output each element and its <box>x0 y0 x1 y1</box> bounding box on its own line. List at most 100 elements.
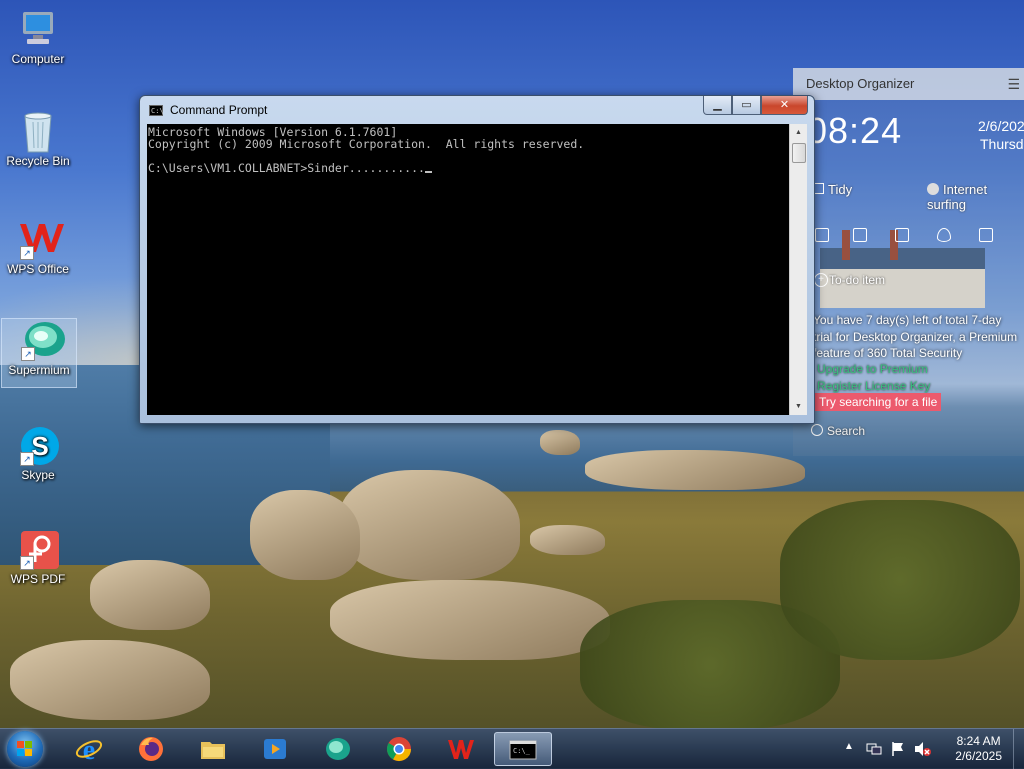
search-label: Search <box>827 424 866 438</box>
console-prompt-line: C:\Users\VM1.COLLABNET>Sinder........... <box>148 162 791 174</box>
upgrade-premium-link[interactable]: Upgrade to Premium <box>817 362 928 376</box>
desktop-organizer: Desktop Organizer ☰ 08:24 2/6/2025 Thurs… <box>793 68 1024 456</box>
folder-icon <box>201 742 225 759</box>
taskbar-media-player[interactable] <box>248 732 302 766</box>
scroll-down-arrow-icon[interactable]: ▼ <box>790 398 807 415</box>
console-line: C:\Users\VM1.COLLABNET>Sinder........... <box>148 161 425 175</box>
document-icon[interactable] <box>815 228 829 242</box>
media-player-icon <box>264 739 286 759</box>
command-prompt-icon: C:\_ <box>509 740 537 760</box>
wallpaper-rock <box>10 640 210 720</box>
calculator-icon[interactable] <box>979 228 993 242</box>
console-output[interactable]: Microsoft Windows [Version 6.1.7601] Copy… <box>147 124 791 415</box>
wps-pdf-icon: ↗ <box>18 528 59 570</box>
computer-icon <box>18 8 58 48</box>
taskbar-clock[interactable]: 8:24 AM 2/6/2025 <box>955 734 1002 764</box>
network-icon <box>866 743 882 755</box>
volume-muted-icon <box>915 742 931 756</box>
supermium-icon: ↗ <box>19 319 65 361</box>
organizer-title: Desktop Organizer <box>806 76 915 91</box>
minimize-button[interactable]: ▁ <box>703 96 732 115</box>
desktop-icon-recycle-bin[interactable]: Recycle Bin <box>1 110 75 178</box>
trial-line: feature of 360 Total Security <box>813 346 963 360</box>
desktop-icon-label: Skype <box>21 468 55 482</box>
desktop-icon-wps-office[interactable]: ↗ WPS Office <box>1 218 75 286</box>
wps-office-icon: ↗ <box>18 218 64 260</box>
shortcut-arrow-icon: ↗ <box>20 452 34 466</box>
wallpaper-rock <box>540 430 580 455</box>
hide-icon[interactable] <box>937 228 951 242</box>
desktop-icon-label: Supermium <box>8 363 70 377</box>
show-desktop-button[interactable] <box>1013 729 1024 769</box>
taskbar-firefox[interactable] <box>124 732 178 766</box>
organizer-search[interactable]: Search <box>811 424 865 438</box>
skype-icon: S ↗ <box>18 424 59 466</box>
shortcut-arrow-icon: ↗ <box>20 556 34 570</box>
clock-date: 2/6/2025 <box>955 749 1002 763</box>
image-icon[interactable] <box>895 228 909 242</box>
supermium-icon <box>326 738 350 760</box>
organizer-header[interactable]: Desktop Organizer ☰ <box>793 68 1024 100</box>
desktop-icon-computer[interactable]: Computer <box>1 8 75 76</box>
chevron-up-icon: ▲ <box>844 741 854 752</box>
window-titlebar[interactable]: C:\ Command Prompt ▁ ▭ ✕ <box>140 96 814 123</box>
desktop-icon-label: Computer <box>11 52 65 66</box>
desktop-icon-supermium[interactable]: ↗ Supermium <box>1 318 77 388</box>
windows-logo-icon <box>17 741 33 757</box>
close-button[interactable]: ✕ <box>761 96 808 115</box>
scrollbar-thumb[interactable] <box>792 143 806 163</box>
maximize-button[interactable]: ▭ <box>732 96 761 115</box>
scroll-up-arrow-icon[interactable]: ▲ <box>790 124 807 141</box>
organizer-clock: 08:24 <box>807 110 903 151</box>
wallpaper-shrub <box>780 500 1020 660</box>
wallpaper-rock <box>530 525 605 555</box>
svg-text:e: e <box>83 735 95 763</box>
notes-icon[interactable] <box>853 228 867 242</box>
internet-surfing-button[interactable]: Internet surfing <box>927 182 1024 212</box>
search-hint-badge[interactable]: Try searching for a file <box>815 393 942 411</box>
taskbar-command-prompt[interactable]: C:\_ <box>494 732 552 766</box>
tidy-label: Tidy <box>828 182 853 197</box>
shortcut-arrow-icon: ↗ <box>20 246 34 260</box>
taskbar-wps-office[interactable] <box>434 732 488 766</box>
organizer-date: 2/6/2025 <box>978 118 1024 134</box>
taskbar-chrome[interactable] <box>372 732 426 766</box>
wps-office-icon <box>448 740 474 759</box>
desktop-icon-label: WPS PDF <box>10 572 66 586</box>
todo-item[interactable]: To-do item <box>829 273 885 287</box>
taskbar: e C:\_ ▲ 8:24 AM 2/6/2025 <box>0 728 1024 769</box>
chrome-icon <box>386 737 411 762</box>
recycle-bin-icon <box>18 110 58 153</box>
desktop-icon-label: Recycle Bin <box>6 154 70 168</box>
taskbar-file-explorer[interactable] <box>186 732 240 766</box>
internet-explorer-icon: e <box>75 735 103 763</box>
desktop-icon-skype[interactable]: S ↗ Skype <box>1 424 75 492</box>
trial-notice: You have 7 day(s) left of total 7-day tr… <box>813 312 1024 362</box>
add-todo-icon[interactable]: + <box>814 273 828 287</box>
wallpaper-rock <box>250 490 360 580</box>
taskbar-supermium[interactable] <box>310 732 364 766</box>
flag-icon <box>892 742 903 756</box>
wallpaper-rock <box>330 580 610 660</box>
svg-text:C:\_: C:\_ <box>513 747 531 755</box>
trial-line: You have 7 day(s) left of total 7-day <box>813 313 1002 327</box>
wallpaper-rock <box>585 450 805 490</box>
command-prompt-window[interactable]: C:\ Command Prompt ▁ ▭ ✕ Microsoft Windo… <box>139 95 815 424</box>
text-cursor <box>424 171 432 173</box>
hamburger-menu-icon[interactable]: ☰ <box>1007 68 1020 100</box>
wallpaper-rock <box>90 560 210 630</box>
start-button[interactable] <box>7 731 43 767</box>
register-license-link[interactable]: Register License Key <box>817 379 930 393</box>
shortcut-arrow-icon: ↗ <box>21 347 35 361</box>
firefox-icon <box>139 737 163 761</box>
console-line: Copyright (c) 2009 Microsoft Corporation… <box>148 137 585 151</box>
window-controls: ▁ ▭ ✕ <box>703 96 808 115</box>
command-prompt-icon: C:\ <box>149 105 164 116</box>
desktop-icon-label: WPS Office <box>7 262 69 276</box>
organizer-day: Thursday <box>980 136 1024 152</box>
trial-line: trial for Desktop Organizer, a Premium <box>813 329 1018 344</box>
taskbar-internet-explorer[interactable]: e <box>62 732 116 766</box>
vertical-scrollbar[interactable]: ▲ ▼ <box>789 124 807 415</box>
desktop-icon-wps-pdf[interactable]: ↗ WPS PDF <box>1 528 75 596</box>
tidy-button[interactable]: Tidy <box>813 182 852 197</box>
